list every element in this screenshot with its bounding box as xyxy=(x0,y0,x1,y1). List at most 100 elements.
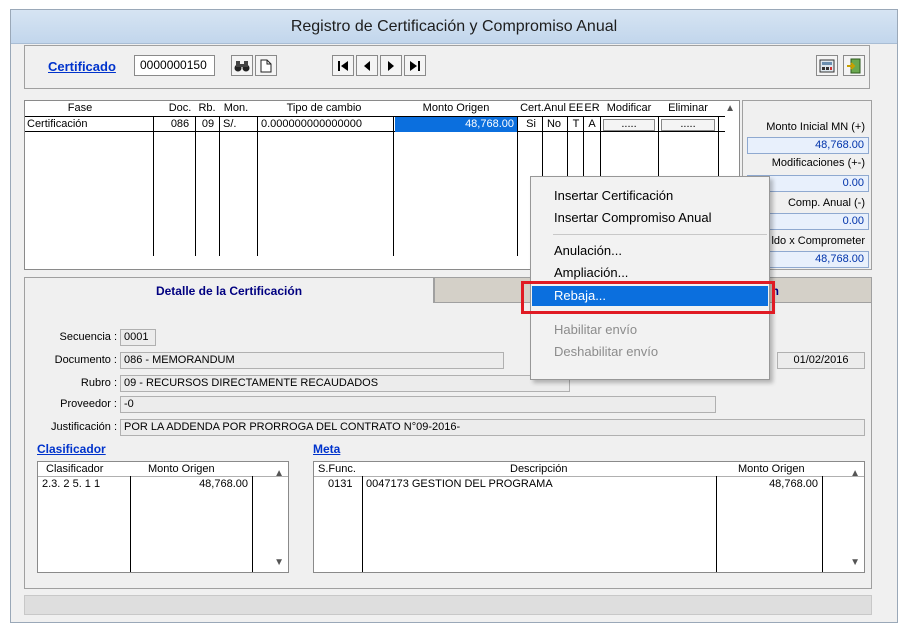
menu-item-insertar-certificacion[interactable]: Insertar Certificación xyxy=(532,186,768,206)
documento-label: Documento : xyxy=(54,354,117,366)
grid-divider xyxy=(38,476,288,477)
cell-fase: Certificación xyxy=(27,118,88,130)
clasificador-col-header: Clasificador xyxy=(46,463,104,475)
tab-detalle-certificacion[interactable]: Detalle de la Certificación xyxy=(24,277,434,303)
cell-doc: 086 xyxy=(170,118,190,130)
new-document-icon xyxy=(260,59,272,72)
justificacion-field: POR LA ADDENDA POR PRORROGA DEL CONTRATO… xyxy=(120,419,865,436)
table-row[interactable]: Certificación 086 09 S/. 0.0000000000000… xyxy=(25,116,725,132)
toolbar: Certificado 0000000150 xyxy=(24,45,870,89)
monto-inicial-value: 48,768.00 xyxy=(747,137,869,154)
status-bar xyxy=(24,595,872,615)
grid-divider xyxy=(130,476,131,572)
certificado-link[interactable]: Certificado xyxy=(48,59,116,74)
calculator-button[interactable] xyxy=(816,55,838,76)
col-header-mon: Mon. xyxy=(223,102,249,114)
col-header-tipo-cambio: Tipo de cambio xyxy=(286,102,362,114)
grid-divider xyxy=(362,476,363,572)
cell-rb: 09 xyxy=(201,118,215,130)
menu-item-habilitar-envio: Habilitar envío xyxy=(554,322,638,337)
menu-item-ampliacion[interactable]: Ampliación... xyxy=(532,263,768,283)
certificado-number-field[interactable]: 0000000150 xyxy=(134,55,215,76)
cell-mon: S/. xyxy=(223,118,237,130)
menu-item-insertar-compromiso-anual[interactable]: Insertar Compromiso Anual xyxy=(532,208,768,228)
search-button[interactable] xyxy=(231,55,253,76)
scroll-down-icon[interactable]: ▼ xyxy=(274,557,284,568)
scroll-up-icon[interactable]: ▲ xyxy=(274,468,284,479)
fecha-field: 01/02/2016 xyxy=(777,352,865,369)
rubro-field: 09 - RECURSOS DIRECTAMENTE RECAUDADOS xyxy=(120,375,570,392)
scroll-up-icon[interactable]: ▲ xyxy=(725,103,735,114)
first-record-button[interactable] xyxy=(332,55,354,76)
meta-grid[interactable]: S.Func. Descripción Monto Origen 0131 00… xyxy=(313,461,865,573)
documento-field: 086 - MEMORANDUM xyxy=(120,352,504,369)
cell-ee: T xyxy=(572,118,580,130)
descripcion-cell: 0047173 GESTION DEL PROGRAMA xyxy=(366,478,553,490)
exit-button[interactable] xyxy=(843,55,865,76)
prev-record-icon xyxy=(364,60,370,71)
clasificador-cell: 2.3. 2 5. 1 1 xyxy=(42,478,101,490)
modificar-button[interactable]: ..... xyxy=(603,119,655,131)
secuencia-label: Secuencia : xyxy=(59,331,117,343)
descripcion-col-header: Descripción xyxy=(510,463,568,475)
cell-er: A xyxy=(588,118,596,130)
meta-link[interactable]: Meta xyxy=(313,442,340,456)
menu-item-deshabilitar-envio: Deshabilitar envío xyxy=(554,344,659,359)
clasificador-link[interactable]: Clasificador xyxy=(37,442,106,456)
proveedor-field: -0 xyxy=(120,396,716,413)
rubro-label: Rubro : xyxy=(80,377,117,389)
monto-inicial-label: Monto Inicial MN (+) xyxy=(766,121,865,133)
last-record-icon xyxy=(410,60,420,71)
window-title: Registro de Certificación y Compromiso A… xyxy=(11,10,897,44)
grid-divider xyxy=(716,476,717,572)
last-record-button[interactable] xyxy=(404,55,426,76)
col-header-rb: Rb. xyxy=(198,102,216,114)
grid-divider xyxy=(314,476,864,477)
monto-col-header: Monto Origen xyxy=(148,463,215,475)
modificaciones-label: Modificaciones (+-) xyxy=(771,157,865,169)
cell-cert: Si xyxy=(526,118,536,130)
grid-divider xyxy=(252,476,253,572)
menu-item-anulacion[interactable]: Anulación... xyxy=(532,241,768,261)
grid-divider xyxy=(822,476,823,572)
highlight-outline xyxy=(521,281,775,314)
binoculars-icon xyxy=(234,60,250,71)
col-header-ee: EE xyxy=(568,102,584,114)
grid-divider xyxy=(153,116,154,256)
grid-divider xyxy=(257,116,258,256)
calculator-icon xyxy=(819,59,835,72)
proveedor-label: Proveedor : xyxy=(60,398,117,410)
next-record-button[interactable] xyxy=(380,55,402,76)
justificacion-label: Justificación : xyxy=(50,421,117,433)
col-header-fase: Fase xyxy=(67,102,93,114)
new-document-button[interactable] xyxy=(255,55,277,76)
clasificador-grid[interactable]: Clasificador Monto Origen 2.3. 2 5. 1 1 … xyxy=(37,461,289,573)
sfunc-col-header: S.Func. xyxy=(318,463,356,475)
col-header-er: ER xyxy=(584,102,600,114)
cell-tipo-cambio: 0.000000000000000 xyxy=(261,118,362,130)
col-header-monto: Monto Origen xyxy=(422,102,490,114)
sfunc-cell: 0131 xyxy=(328,478,353,490)
grid-divider xyxy=(195,116,196,256)
grid-divider xyxy=(219,116,220,256)
scroll-up-icon[interactable]: ▲ xyxy=(850,468,860,479)
grid-divider xyxy=(517,116,518,256)
grid-divider xyxy=(393,116,394,256)
monto-col-header: Monto Origen xyxy=(738,463,805,475)
col-header-cert-anul: Cert.Anul xyxy=(520,102,566,114)
menu-separator xyxy=(553,234,767,235)
meta-monto-cell: 48,768.00 xyxy=(769,478,818,490)
secuencia-field: 0001 xyxy=(120,329,156,346)
scroll-down-icon[interactable]: ▼ xyxy=(850,557,860,568)
col-header-modificar: Modificar xyxy=(606,102,652,114)
first-record-icon xyxy=(338,60,348,71)
col-header-doc: Doc. xyxy=(168,102,192,114)
next-record-icon xyxy=(388,60,394,71)
prev-record-button[interactable] xyxy=(356,55,378,76)
col-header-eliminar: Eliminar xyxy=(668,102,708,114)
cell-monto-origen[interactable]: 48,768.00 xyxy=(395,117,517,132)
eliminar-button[interactable]: ..... xyxy=(661,119,715,131)
clasificador-monto-cell: 48,768.00 xyxy=(199,478,248,490)
context-menu: Insertar Certificación Insertar Compromi… xyxy=(530,176,770,380)
cell-anul: No xyxy=(546,118,562,130)
